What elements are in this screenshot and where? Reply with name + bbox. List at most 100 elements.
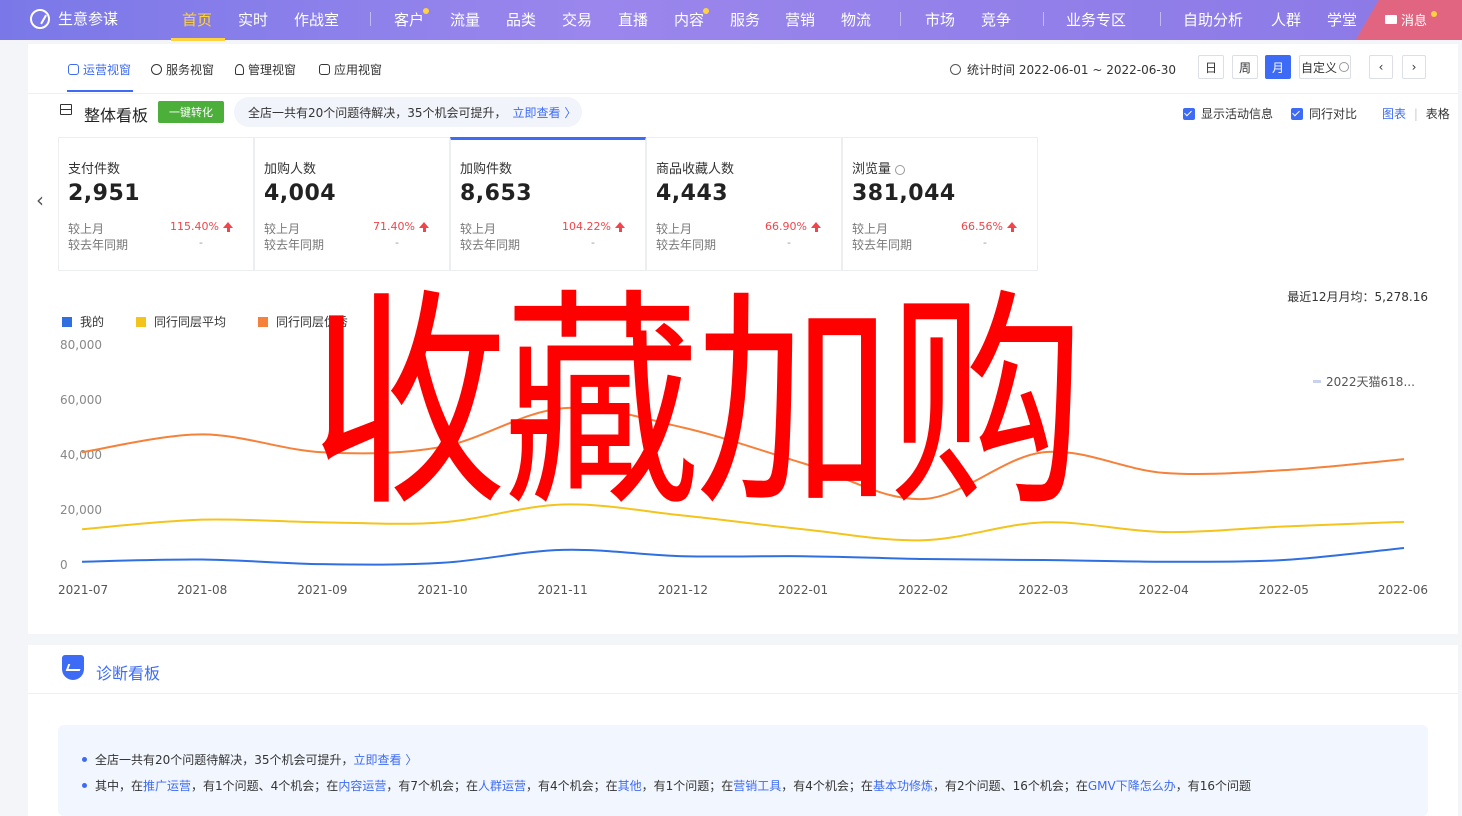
date-custom-label: 自定义	[1300, 60, 1337, 75]
date-day-button[interactable]: 日	[1198, 55, 1224, 79]
kpi-card[interactable]: 商品收藏人数 4,443 较上月 66.90% 较去年同期 -	[646, 137, 842, 271]
kpi-card[interactable]: 支付件数 2,951 较上月 115.40% 较去年同期 -	[58, 137, 254, 271]
kpi-prev-arrow-icon[interactable]: ‹	[36, 188, 44, 212]
y-tick-label: 0	[60, 558, 68, 572]
issue-view-link[interactable]: 立即查看 〉	[513, 104, 577, 121]
diagnose-category-link[interactable]: 其他	[618, 777, 642, 794]
tab-service-view[interactable]: 服务视窗	[151, 61, 214, 78]
nav-item[interactable]: 直播	[618, 9, 648, 30]
peer-compare-checkbox[interactable]	[1291, 107, 1303, 120]
monthly-average-note: 最近12月月均：5,278.16	[1287, 290, 1428, 304]
kpi-card[interactable]: 加购件数 8,653 较上月 104.22% 较去年同期 -	[450, 137, 646, 271]
kpi-card[interactable]: 浏览量 381,044 较上月 66.56% 较去年同期 -	[842, 137, 1038, 271]
kpi-mom-label: 较上月	[68, 222, 105, 236]
kpi-yoy-value: -	[199, 236, 203, 249]
kpi-yoy-value: -	[787, 236, 791, 249]
nav-item[interactable]: 服务	[730, 9, 760, 30]
kpi-mom-value: 66.56%	[961, 220, 1003, 233]
diagnose-category-link[interactable]: 推广运营	[143, 777, 191, 794]
nav-badge-dot	[703, 8, 710, 14]
nav-active-underline	[171, 38, 225, 41]
nav-item[interactable]: 客户	[394, 8, 430, 30]
brand[interactable]: 生意参谋	[30, 8, 118, 29]
diagnose-category-link[interactable]: 营销工具	[733, 777, 781, 794]
legend-item[interactable]: 我的	[62, 313, 104, 330]
diagnose-header: 诊断看板	[28, 645, 1458, 694]
show-activity-checkbox[interactable]	[1183, 107, 1195, 120]
nav-item[interactable]: 人群	[1271, 9, 1301, 30]
peer-compare-option[interactable]: 同行对比	[1291, 105, 1357, 122]
nav-item[interactable]: 营销	[785, 9, 815, 30]
chevron-left-icon: ‹	[1378, 60, 1384, 74]
clock-icon	[950, 64, 961, 75]
nav-item[interactable]: 物流	[841, 9, 871, 30]
nav-item[interactable]: 首页	[182, 9, 212, 30]
nav-item-label: 业务专区	[1066, 11, 1127, 29]
nav-item[interactable]: 作战室	[294, 9, 339, 30]
diagnose-view-link[interactable]: 立即查看 〉	[354, 751, 418, 768]
nav-item-label: 人群	[1271, 11, 1302, 29]
date-prev-button[interactable]: ‹	[1369, 55, 1393, 79]
diagnose-category-link[interactable]: 内容运营	[338, 777, 386, 794]
top-nav: 生意参谋 首页 实时 作战室 客户 流量 品类 交易 直播 内容 服务 营销 物流 市场 竞争 业务专区 自助…	[0, 0, 1462, 41]
kpi-value: 4,004	[264, 181, 337, 206]
legend-swatch	[136, 316, 147, 327]
diagnose-line-2: 其中，在 推广运营 ，有1个问题、4个机会；在 内容运营 ，有7个机会；在 人群运营 ，有4…	[82, 777, 1251, 794]
tab-ops-view[interactable]: 运营视窗	[68, 61, 131, 78]
nav-badge-dot	[423, 8, 430, 14]
info-icon[interactable]	[895, 164, 906, 175]
nav-item[interactable]: 品类	[506, 9, 536, 30]
kpi-mom-value: 66.90%	[765, 220, 807, 233]
diagnose-line-1-text: 全店一共有20个问题待解决，35个机会可提升，	[95, 753, 354, 767]
nav-item-label: 交易	[562, 11, 593, 29]
diagnose-category-link[interactable]: 人群运营	[478, 777, 526, 794]
view-table-link[interactable]: 表格	[1426, 107, 1450, 121]
date-month-button[interactable]: 月	[1265, 55, 1291, 79]
nav-item[interactable]: 自助分析	[1183, 9, 1243, 30]
date-custom-button[interactable]: 自定义	[1299, 55, 1351, 79]
kpi-value: 8,653	[460, 181, 533, 206]
diagnose-category-link[interactable]: 基本功修炼	[873, 777, 933, 794]
nav-item[interactable]: 交易	[562, 9, 592, 30]
layers-icon	[58, 104, 74, 118]
diagnose-category-link[interactable]: GMV下降怎么办	[1088, 777, 1176, 794]
convert-button[interactable]: 一键转化	[158, 101, 224, 123]
nav-item[interactable]: 竞争	[981, 9, 1011, 30]
diagnose-text: ，有1个问题；在	[641, 779, 734, 793]
kpi-mom-label: 较上月	[656, 222, 693, 236]
date-next-button[interactable]: ›	[1402, 55, 1426, 79]
y-tick-label: 60,000	[60, 393, 102, 407]
tab-app-view[interactable]: 应用视窗	[319, 61, 382, 78]
nav-item[interactable]: 市场	[925, 9, 955, 30]
show-activity-label: 显示活动信息	[1201, 107, 1274, 121]
kpi-label: 支付件数	[68, 162, 121, 177]
message-button[interactable]: 消息	[1384, 10, 1437, 29]
date-week-button[interactable]: 周	[1232, 55, 1258, 79]
diagnose-title: 诊断看板	[96, 664, 161, 683]
message-label: 消息	[1400, 14, 1427, 29]
up-arrow-icon	[419, 222, 429, 232]
annotation-text: 2022天猫618...	[1326, 375, 1415, 389]
tab-manage-view[interactable]: 管理视窗	[235, 61, 296, 78]
kpi-yoy-label: 较去年同期	[656, 238, 717, 252]
nav-item[interactable]: 流量	[450, 9, 480, 30]
nav-item[interactable]: 实时	[238, 9, 268, 30]
y-tick-label: 80,000	[60, 338, 102, 352]
kpi-yoy-label: 较去年同期	[68, 238, 129, 252]
x-tick-label: 2022-06	[1378, 583, 1428, 597]
x-tick-label: 2021-10	[417, 583, 467, 597]
legend-item[interactable]: 同行同层平均	[136, 313, 226, 330]
home-icon	[319, 64, 330, 75]
series-line-0[interactable]	[81, 546, 1405, 566]
chart-annotation: 2022天猫618...	[1313, 375, 1415, 389]
nav-item[interactable]: 业务专区	[1066, 9, 1126, 30]
kpi-card[interactable]: 加购人数 4,004 较上月 71.40% 较去年同期 -	[254, 137, 450, 271]
show-activity-option[interactable]: 显示活动信息	[1183, 105, 1273, 122]
view-chart-link[interactable]: 图表	[1382, 107, 1406, 121]
up-arrow-icon	[1007, 222, 1017, 232]
headset-icon	[151, 64, 162, 75]
x-tick-label: 2022-02	[898, 583, 948, 597]
nav-item-label: 品类	[506, 11, 537, 29]
nav-item[interactable]: 内容	[674, 8, 710, 30]
bullet-icon	[82, 757, 87, 762]
